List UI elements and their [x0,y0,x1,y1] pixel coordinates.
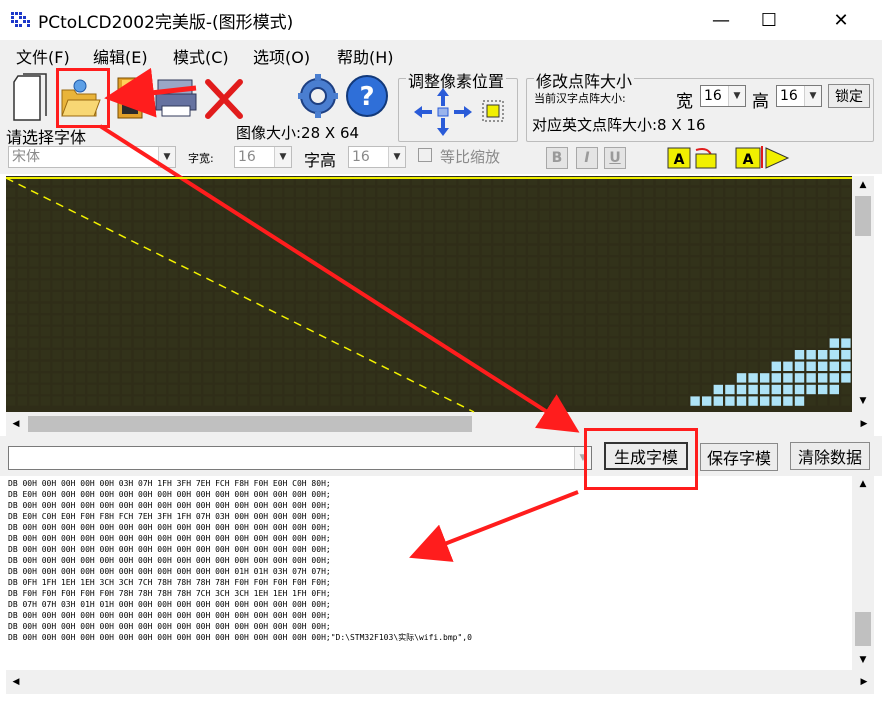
arrow-to-output [409,490,579,562]
yellow-guide-line [5,177,475,413]
arrow-to-generate [98,124,580,433]
annotation-arrows [5,67,852,562]
arrow-to-open [104,67,197,118]
